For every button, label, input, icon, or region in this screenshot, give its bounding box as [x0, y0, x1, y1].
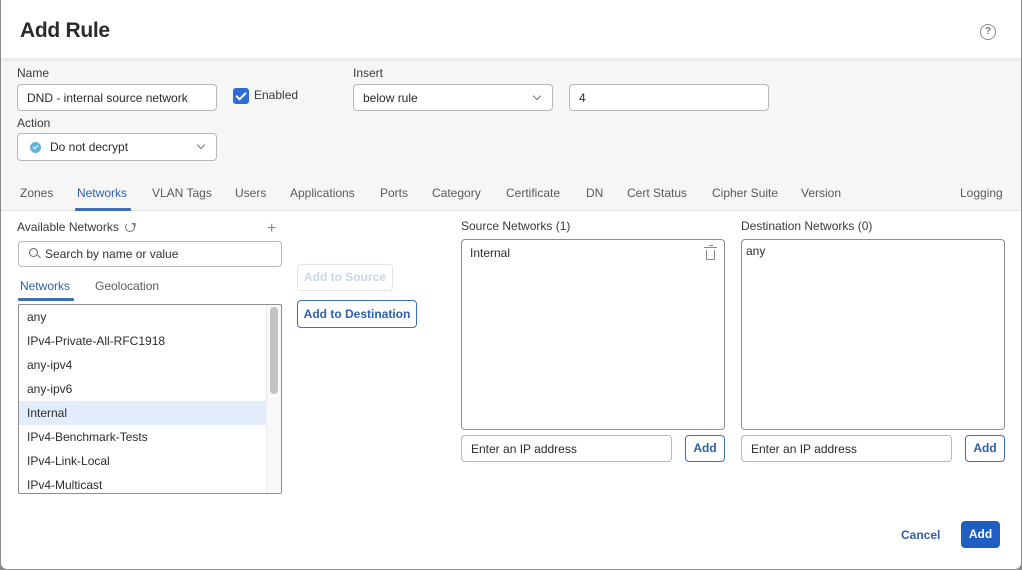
trash-icon[interactable]	[704, 245, 717, 260]
action-label: Action	[17, 116, 51, 130]
name-input-value: DND - internal source network	[27, 90, 188, 105]
insert-position-select[interactable]: below rule	[353, 84, 553, 111]
add-button[interactable]: Add	[961, 521, 1000, 548]
tab-version[interactable]: Version	[801, 186, 841, 200]
dialog-title: Add Rule	[20, 19, 110, 42]
search-icon	[29, 248, 38, 257]
cancel-button[interactable]: Cancel	[901, 528, 940, 542]
list-item[interactable]: any-ipv6	[19, 377, 266, 401]
check-circle-icon	[30, 141, 41, 153]
tab-cipher-suite[interactable]: Cipher Suite	[712, 186, 778, 200]
action-value: Do not decrypt	[50, 140, 129, 154]
chevron-down-icon	[196, 140, 206, 150]
add-to-source-button: Add to Source	[297, 264, 393, 291]
tab-cert-status[interactable]: Cert Status	[627, 186, 687, 200]
list-item[interactable]: any	[19, 305, 266, 329]
plus-icon[interactable]: +	[267, 221, 276, 237]
enabled-checkbox[interactable]	[233, 88, 249, 104]
list-item[interactable]: IPv4-Multicast	[19, 473, 266, 493]
search-input[interactable]: Search by name or value	[18, 241, 282, 267]
destination-networks-title: Destination Networks (0)	[741, 219, 873, 233]
enabled-label: Enabled	[254, 88, 299, 102]
refresh-icon[interactable]	[125, 222, 135, 232]
source-ip-input[interactable]: Enter an IP address	[461, 435, 672, 462]
tab-networks[interactable]: Networks	[77, 186, 127, 200]
scrollbar-thumb[interactable]	[270, 307, 278, 394]
source-add-button[interactable]: Add	[685, 435, 725, 462]
tab-zones[interactable]: Zones	[20, 186, 53, 200]
list-item[interactable]: IPv4-Benchmark-Tests	[19, 425, 266, 449]
destination-ip-input[interactable]: Enter an IP address	[741, 435, 952, 462]
dialog-header: Add Rule ?	[1, 0, 1021, 58]
subtab-networks[interactable]: Networks	[20, 279, 70, 293]
insert-rule-number-value: 4	[579, 90, 586, 105]
add-rule-dialog: Add Rule ? Name DND - internal source ne…	[1, 0, 1021, 569]
insert-rule-number-input[interactable]: 4	[569, 84, 769, 111]
source-networks-title: Source Networks (1)	[461, 219, 571, 233]
insert-position-value: below rule	[363, 90, 418, 105]
chevron-down-icon	[532, 91, 542, 101]
tab-dn[interactable]: DN	[586, 186, 603, 200]
available-networks-title: Available Networks	[17, 220, 119, 234]
add-to-destination-button[interactable]: Add to Destination	[297, 300, 417, 328]
active-subtab-indicator	[18, 298, 74, 301]
list-item[interactable]: any-ipv4	[19, 353, 266, 377]
subtab-geolocation[interactable]: Geolocation	[95, 279, 159, 293]
list-item-selected[interactable]: Internal	[19, 401, 266, 425]
source-network-item: Internal	[470, 246, 511, 260]
destination-network-item: any	[746, 244, 766, 258]
destination-ip-placeholder: Enter an IP address	[751, 441, 857, 456]
help-icon[interactable]: ?	[980, 24, 996, 40]
insert-label: Insert	[353, 66, 384, 80]
name-label: Name	[17, 66, 50, 80]
scrollbar[interactable]	[266, 305, 281, 493]
list-item[interactable]: IPv4-Link-Local	[19, 449, 266, 473]
list-item[interactable]: IPv4-Private-All-RFC1918	[19, 329, 266, 353]
tab-logging[interactable]: Logging	[960, 186, 1003, 200]
destination-add-button[interactable]: Add	[965, 435, 1005, 462]
tab-ports[interactable]: Ports	[380, 186, 408, 200]
action-select[interactable]: Do not decrypt	[17, 133, 217, 161]
tab-applications[interactable]: Applications	[290, 186, 355, 200]
destination-networks-box: any	[741, 239, 1005, 430]
tab-certificate[interactable]: Certificate	[506, 186, 560, 200]
active-tab-indicator	[75, 208, 131, 211]
tab-users[interactable]: Users	[235, 186, 266, 200]
name-input[interactable]: DND - internal source network	[17, 84, 217, 111]
tab-category[interactable]: Category	[432, 186, 481, 200]
available-networks-list: any IPv4-Private-All-RFC1918 any-ipv4 an…	[18, 304, 282, 494]
tab-vlan-tags[interactable]: VLAN Tags	[152, 186, 212, 200]
source-networks-box: Internal	[461, 239, 725, 430]
search-placeholder: Search by name or value	[45, 247, 179, 261]
source-ip-placeholder: Enter an IP address	[471, 441, 577, 456]
